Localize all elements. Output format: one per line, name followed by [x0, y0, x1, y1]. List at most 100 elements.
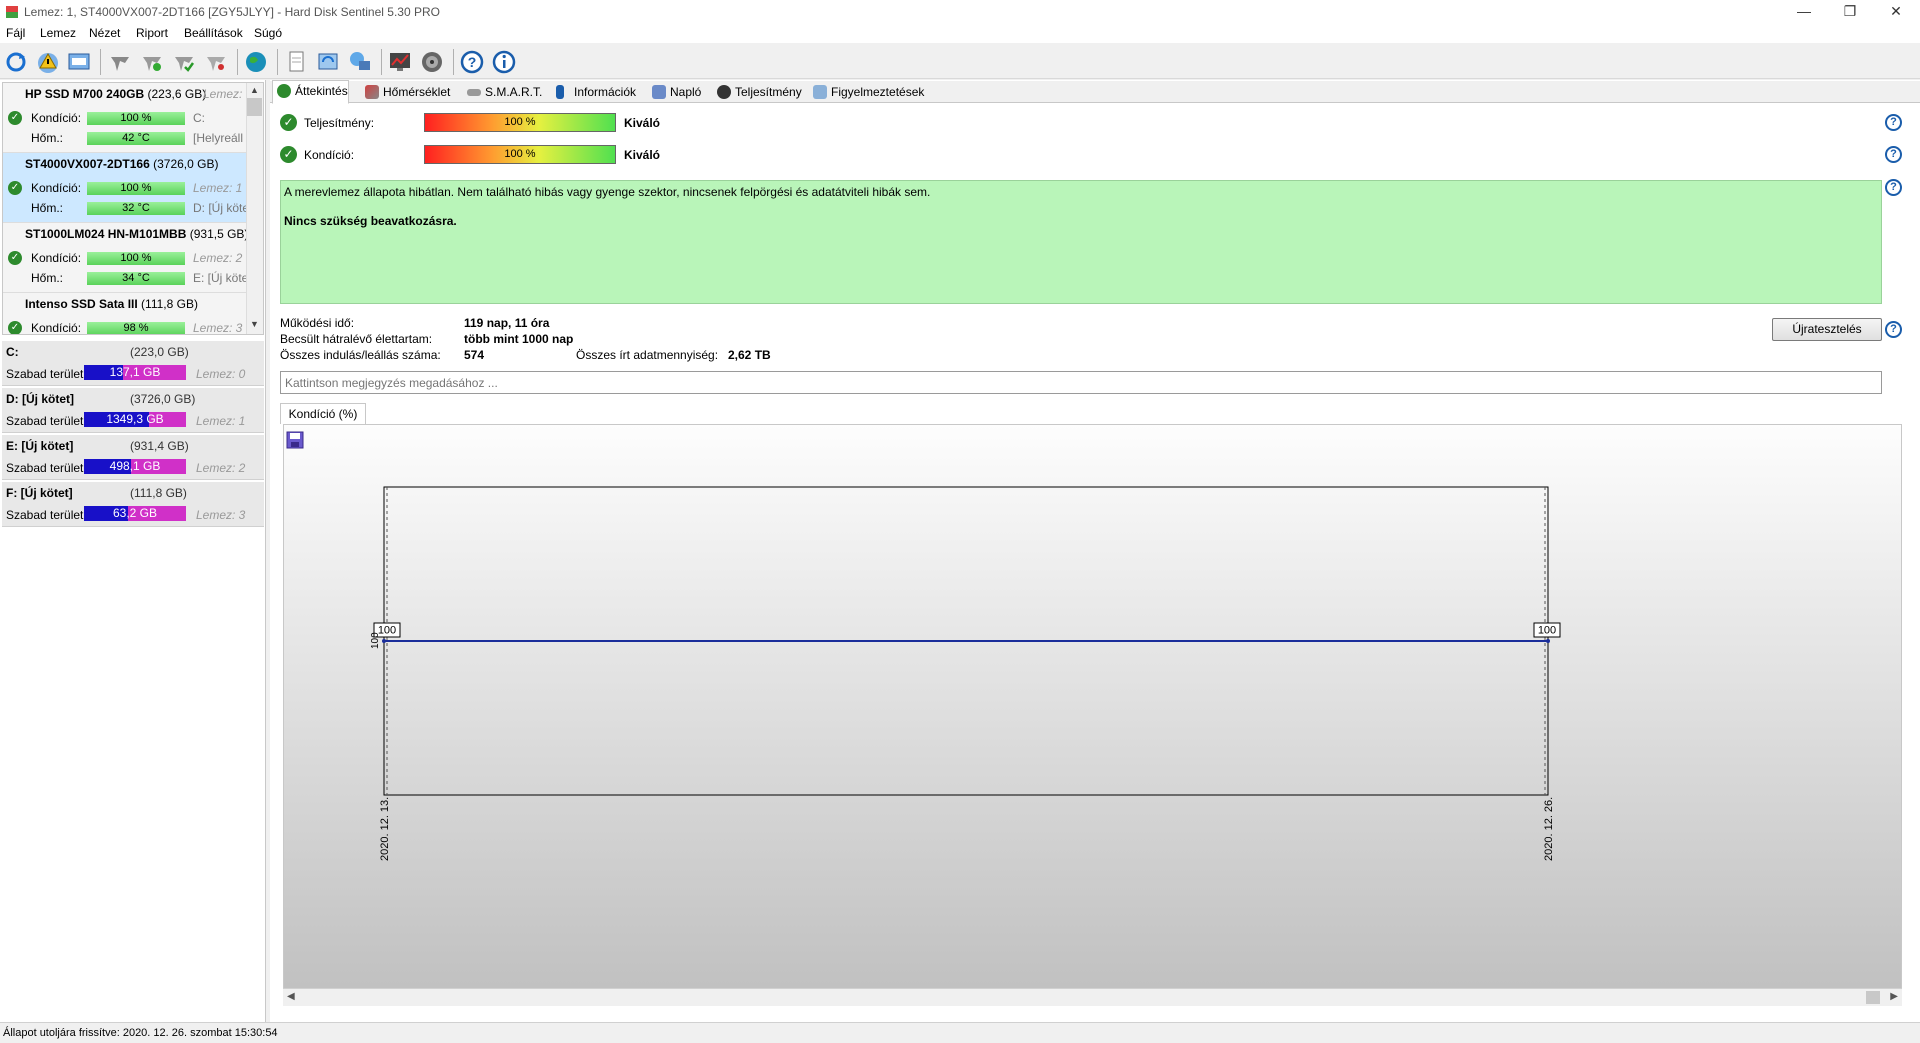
svg-text:100: 100 — [1538, 625, 1556, 637]
retest-button[interactable]: Újratesztelés — [1772, 318, 1882, 341]
tab-temperature[interactable]: Hőmérséklet — [360, 81, 451, 103]
globe-icon[interactable] — [243, 49, 269, 75]
restore-button[interactable]: ❐ — [1827, 0, 1873, 24]
drive-letter: C: — [193, 111, 205, 125]
free-space-label: Szabad terület — [6, 461, 84, 475]
volume-item[interactable]: C: (223,0 GB) Szabad terület 137,1 GB Le… — [2, 341, 264, 386]
disk-item[interactable]: HP SSD M700 240GB (223,6 GB) Lemez: 0 ✓ … — [3, 83, 252, 153]
refresh-network-icon[interactable] — [315, 49, 341, 75]
volume-item[interactable]: F: [Új kötet] (111,8 GB) Szabad terület … — [2, 482, 264, 527]
partition-note: D: [Új köte — [193, 201, 250, 215]
disk-list: HP SSD M700 240GB (223,6 GB) Lemez: 0 ✓ … — [2, 82, 264, 335]
help-icon[interactable]: ? — [1885, 146, 1902, 163]
network-icon[interactable] — [347, 49, 373, 75]
volume-item[interactable]: E: [Új kötet] (931,4 GB) Szabad terület … — [2, 435, 264, 480]
help-icon[interactable]: ? — [459, 49, 485, 75]
volume-item[interactable]: D: [Új kötet] (3726,0 GB) Szabad terület… — [2, 388, 264, 433]
minimize-button[interactable]: — — [1781, 0, 1827, 24]
disk-list-scrollbar[interactable]: ▲ ▼ — [246, 83, 263, 334]
lifetime-label: Becsült hátralévő élettartam: — [280, 332, 433, 346]
kondicio-label: Kondíció: — [31, 111, 82, 125]
chart-horizontal-scrollbar[interactable]: ◀ ▶ — [283, 988, 1902, 1006]
scroll-left-icon[interactable]: ◀ — [287, 991, 295, 1002]
save-icon[interactable] — [286, 431, 304, 449]
note-input[interactable] — [280, 371, 1882, 394]
toolbar-separator — [100, 49, 101, 75]
close-button[interactable]: ✕ — [1873, 0, 1919, 24]
menu-file[interactable]: Fájl — [6, 26, 25, 40]
info-small-icon — [556, 85, 564, 99]
refresh-icon[interactable] — [3, 49, 29, 75]
disk-surface-icon[interactable] — [419, 49, 445, 75]
kondicio-bar: 100 % — [87, 112, 185, 125]
help-icon[interactable]: ? — [1885, 114, 1902, 131]
tab-bar: Áttekintés Hőmérséklet S.M.A.R.T. Inform… — [270, 80, 1920, 104]
kondicio-bar: 100 % — [87, 252, 185, 265]
disk-name: Intenso SSD Sata III (111,8 GB) — [25, 297, 198, 311]
menu-view[interactable]: Nézet — [89, 26, 120, 40]
tab-information[interactable]: Információk — [551, 81, 637, 103]
help-icon[interactable]: ? — [1885, 321, 1902, 338]
disk-name: HP SSD M700 240GB (223,6 GB) — [25, 87, 207, 101]
menu-help[interactable]: Súgó — [254, 26, 282, 40]
help-icon[interactable]: ? — [1885, 179, 1902, 196]
tab-smart[interactable]: S.M.A.R.T. — [462, 81, 543, 103]
smart-icon — [467, 89, 481, 96]
alert-icon[interactable] — [35, 49, 61, 75]
volume-size: (3726,0 GB) — [130, 392, 196, 406]
menu-disk[interactable]: Lemez — [40, 26, 76, 40]
disk-item[interactable]: Intenso SSD Sata III (111,8 GB) ✓ Kondíc… — [3, 293, 247, 334]
volume-size: (223,0 GB) — [130, 345, 189, 359]
scroll-thumb[interactable] — [1866, 991, 1880, 1004]
disk-item[interactable]: ST1000LM024 HN-M101MBB (931,5 GB) ✓ Kond… — [3, 223, 252, 293]
report-icon[interactable] — [66, 49, 92, 75]
disk-tool-1-icon[interactable] — [107, 49, 133, 75]
free-space-label: Szabad terület — [6, 367, 84, 381]
menu-settings[interactable]: Beállítások — [184, 26, 243, 40]
scroll-up-icon[interactable]: ▲ — [250, 85, 259, 95]
volume-lemez: Lemez: 1 — [196, 414, 246, 428]
info-icon[interactable] — [491, 49, 517, 75]
ok-check-icon: ✓ — [8, 111, 22, 125]
monitor-icon[interactable] — [387, 49, 413, 75]
temperature-bar: 34 °C — [87, 272, 185, 285]
disk-tool-2-icon[interactable] — [139, 49, 165, 75]
volume-lemez: Lemez: 3 — [196, 508, 246, 522]
scroll-down-icon[interactable]: ▼ — [250, 319, 259, 329]
volume-name: C: — [6, 345, 19, 359]
teljesitmeny-bar: 100 % — [424, 113, 616, 132]
free-space-bar: 1349,3 GB — [84, 412, 186, 427]
x-tick-label: 2020. 12. 26. — [1543, 797, 1555, 861]
window-title: Lemez: 1, ST4000VX007-2DT166 [ZGY5JLYY] … — [24, 5, 440, 19]
partition-note: E: [Új kötet — [193, 271, 252, 285]
menu-report[interactable]: Riport — [136, 26, 168, 40]
volume-name: D: [Új kötet] — [6, 392, 74, 406]
data-point — [382, 639, 386, 643]
scroll-thumb[interactable] — [247, 98, 262, 116]
title-bar: Lemez: 1, ST4000VX007-2DT166 [ZGY5JLYY] … — [0, 0, 1920, 24]
health-summary: A merevlemez állapota hibátlan. Nem talá… — [280, 180, 1882, 304]
svg-text:?: ? — [468, 54, 477, 70]
condition-chart: 1002020. 12. 13.1002020. 12. 26.100 — [370, 486, 1561, 861]
tab-performance[interactable]: Teljesítmény — [712, 81, 803, 103]
disk-tool-3-icon[interactable] — [171, 49, 197, 75]
scroll-right-icon[interactable]: ▶ — [1890, 991, 1898, 1002]
status-bar: Állapot utoljára frissítve: 2020. 12. 26… — [0, 1022, 1920, 1043]
disk-tool-4-icon[interactable] — [203, 49, 229, 75]
temperature-bar: 42 °C — [87, 132, 185, 145]
y-tick-label: 100 — [370, 632, 381, 649]
kondicio-label: Kondíció: — [304, 148, 355, 162]
document-icon[interactable] — [283, 49, 309, 75]
volume-name: E: [Új kötet] — [6, 439, 74, 453]
chart-tab-condition[interactable]: Kondíció (%) — [280, 403, 366, 424]
toolbar-separator — [381, 49, 382, 75]
hom-label: Hőm.: — [31, 271, 64, 285]
volume-lemez: Lemez: 2 — [196, 461, 246, 475]
check-icon — [277, 84, 291, 98]
tab-alerts[interactable]: Figyelmeztetések — [808, 81, 925, 103]
free-space-label: Szabad terület — [6, 414, 84, 428]
tab-log[interactable]: Napló — [647, 81, 702, 103]
kondicio-bar: 100 % — [424, 145, 616, 164]
disk-item-selected[interactable]: ST4000VX007-2DT166 (3726,0 GB) ✓ Kondíci… — [3, 153, 250, 223]
tab-overview[interactable]: Áttekintés — [272, 80, 349, 104]
